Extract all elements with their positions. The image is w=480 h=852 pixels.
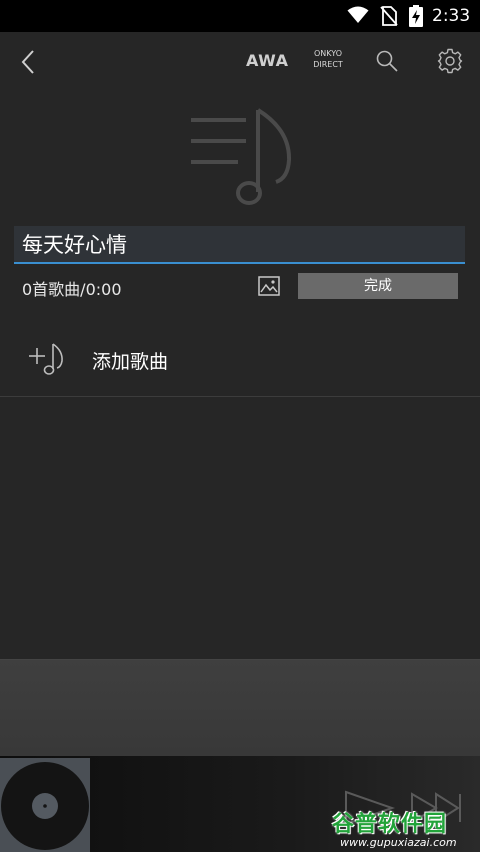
playlist-music-note-icon <box>188 108 292 212</box>
album-art[interactable] <box>0 758 90 852</box>
gear-icon[interactable] <box>437 48 463 78</box>
direct-label: DIRECT <box>313 60 343 69</box>
toolbar: AWA ONKYO DIRECT <box>0 32 480 90</box>
awa-link[interactable]: AWA <box>246 51 288 70</box>
wifi-icon <box>347 6 369 28</box>
status-bar: 2:33 <box>0 0 480 32</box>
song-count-label: 0首歌曲/0:00 <box>22 280 122 299</box>
vinyl-record-icon <box>0 762 90 852</box>
song-list <box>0 397 480 659</box>
chevron-left-icon[interactable] <box>20 49 36 79</box>
no-sim-icon <box>380 6 398 30</box>
playlist-edit-screen: 2:33 AWA ONKYO DIRECT 每天好心情 0首歌曲/0:00 完成… <box>0 0 480 852</box>
search-icon[interactable] <box>375 49 399 77</box>
add-music-icon <box>28 342 64 380</box>
onkyo-direct-link[interactable]: ONKYO DIRECT <box>308 48 348 70</box>
playlist-title-input[interactable] <box>14 226 465 264</box>
done-button[interactable]: 完成 <box>298 273 458 299</box>
lower-panel <box>0 660 480 756</box>
clock: 2:33 <box>432 6 471 26</box>
image-icon[interactable] <box>258 276 280 300</box>
watermark-logo: 谷普软件园 <box>332 812 448 837</box>
battery-charging-icon <box>409 5 423 31</box>
watermark-url: www.gupuxiazai.com <box>340 836 457 849</box>
add-song-row[interactable]: 添加歌曲 <box>0 322 480 396</box>
onkyo-label: ONKYO <box>314 49 342 58</box>
add-song-label: 添加歌曲 <box>92 351 169 373</box>
